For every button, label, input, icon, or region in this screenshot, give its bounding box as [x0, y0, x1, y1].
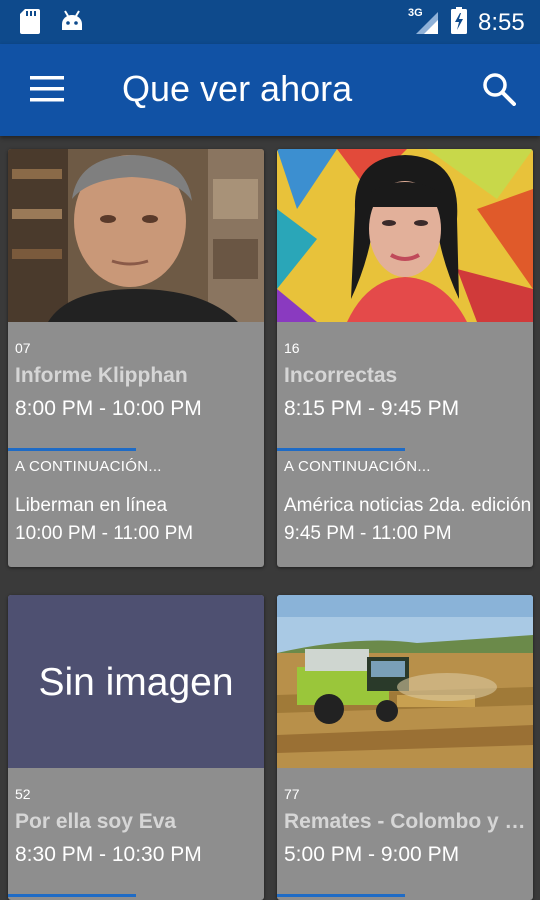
signal-icon [416, 12, 438, 34]
progress-fill [277, 894, 405, 897]
next-label: A CONTINUACIÓN... [284, 458, 431, 475]
channel-number: 16 [284, 340, 300, 356]
program-title: Incorrectas [284, 364, 398, 387]
search-icon[interactable] [482, 72, 516, 106]
status-bar: 3G 8:55 [0, 0, 540, 44]
no-image-placeholder: Sin imagen [8, 595, 264, 768]
program-thumbnail [277, 595, 533, 768]
progress-fill [277, 448, 405, 451]
program-progress [277, 448, 533, 451]
progress-fill [8, 894, 136, 897]
next-program-time: 9:45 PM - 11:00 PM [284, 523, 452, 544]
program-time: 5:00 PM - 9:00 PM [284, 843, 460, 866]
program-title: Por ella soy Eva [15, 810, 177, 833]
program-progress [8, 448, 264, 451]
app-bar: Que ver ahora [0, 44, 540, 136]
next-program-title: América noticias 2da. edición [284, 495, 532, 516]
program-time: 8:00 PM - 10:00 PM [15, 397, 202, 420]
page-title: Que ver ahora [122, 68, 353, 109]
channel-number: 77 [284, 786, 300, 802]
program-title: Remates - Colombo y Magliano [284, 810, 529, 833]
progress-fill [8, 448, 136, 451]
program-time: 8:30 PM - 10:30 PM [15, 843, 202, 866]
program-card[interactable]: 16 Incorrectas 8:15 PM - 9:45 PM A CONTI… [277, 149, 533, 567]
program-progress [277, 894, 533, 897]
program-card[interactable]: 07 Informe Klipphan 8:00 PM - 10:00 PM A… [8, 149, 264, 567]
channel-number: 07 [15, 340, 31, 356]
next-program-title: Liberman en línea [15, 495, 168, 516]
next-program-time: 10:00 PM - 11:00 PM [15, 523, 194, 544]
channel-number: 52 [15, 786, 31, 802]
android-icon [62, 10, 82, 30]
battery-charging-icon [451, 7, 467, 34]
program-card[interactable]: Sin imagen 52 Por ella soy Eva 8:30 PM -… [8, 595, 264, 900]
status-time: 8:55 [478, 9, 525, 36]
program-time: 8:15 PM - 9:45 PM [284, 397, 460, 420]
next-label: A CONTINUACIÓN... [15, 458, 162, 475]
program-title: Informe Klipphan [15, 364, 188, 387]
hamburger-menu-icon[interactable] [30, 76, 64, 102]
program-thumbnail [277, 149, 533, 322]
program-card[interactable]: 77 Remates - Colombo y Magliano 5:00 PM … [277, 595, 533, 900]
program-thumbnail [8, 149, 264, 322]
placeholder-text: Sin imagen [38, 661, 234, 704]
sd-card-icon [20, 9, 40, 34]
program-progress [8, 894, 264, 897]
